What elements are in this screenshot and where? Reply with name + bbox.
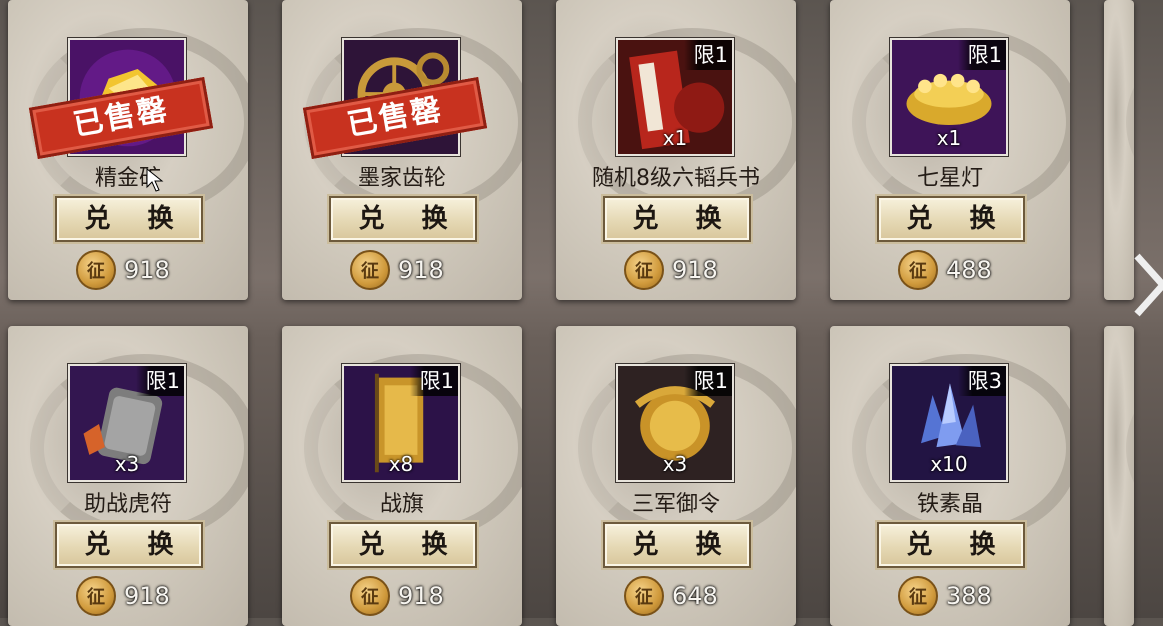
coin-icon: 征 bbox=[76, 250, 116, 290]
limit-badge: 限1 bbox=[684, 366, 732, 396]
item-name: 铁素晶 bbox=[916, 492, 983, 517]
price-row: 征 918 bbox=[624, 250, 718, 290]
item-icon-frame[interactable]: 限1 x3 bbox=[616, 364, 734, 482]
price-value: 918 bbox=[124, 256, 170, 284]
price-value: 488 bbox=[946, 256, 992, 284]
coin-icon: 征 bbox=[76, 576, 116, 616]
exchange-button[interactable]: 兑 换 bbox=[329, 522, 477, 568]
exchange-button[interactable]: 兑 换 bbox=[877, 522, 1025, 568]
shop-card-partial bbox=[1104, 326, 1134, 626]
exchange-button[interactable]: 兑 换 bbox=[55, 196, 203, 242]
shop-card: 限3 x10 铁素晶 兑 换 征 388 bbox=[830, 326, 1070, 626]
shop-card: 已售罄 墨家齿轮 兑 换 征 918 bbox=[282, 0, 522, 300]
item-name: 随机8级六韬兵书 bbox=[592, 166, 760, 191]
price-value: 918 bbox=[124, 582, 170, 610]
item-icon-frame[interactable]: 限1 x3 bbox=[68, 364, 186, 482]
next-page-arrow-icon[interactable] bbox=[1129, 250, 1163, 320]
price-value: 918 bbox=[398, 582, 444, 610]
item-icon-frame[interactable]: 限1 x1 bbox=[616, 38, 734, 156]
item-name: 墨家齿轮 bbox=[357, 166, 446, 191]
shop-card: 限1 x8 战旗 兑 换 征 918 bbox=[282, 326, 522, 626]
price-row: 征 488 bbox=[898, 250, 992, 290]
coin-icon: 征 bbox=[350, 576, 390, 616]
price-row: 征 648 bbox=[624, 576, 718, 616]
exchange-button[interactable]: 兑 换 bbox=[329, 196, 477, 242]
price-row: 征 918 bbox=[76, 250, 170, 290]
limit-badge: 限1 bbox=[958, 40, 1006, 70]
coin-icon: 征 bbox=[350, 250, 390, 290]
coin-icon: 征 bbox=[624, 250, 664, 290]
item-quantity: x1 bbox=[936, 126, 962, 150]
item-name: 七星灯 bbox=[916, 166, 983, 191]
shop-card: 限1 x3 三军御令 兑 换 征 648 bbox=[556, 326, 796, 626]
price-value: 648 bbox=[672, 582, 718, 610]
item-quantity: x3 bbox=[662, 452, 688, 476]
price-row: 征 918 bbox=[350, 250, 444, 290]
shop-card: 限1 x1 七星灯 兑 换 征 488 bbox=[830, 0, 1070, 300]
limit-badge: 限1 bbox=[410, 366, 458, 396]
exchange-button[interactable]: 兑 换 bbox=[603, 196, 751, 242]
item-icon-frame[interactable]: 限1 x1 bbox=[890, 38, 1008, 156]
exchange-button[interactable]: 兑 换 bbox=[55, 522, 203, 568]
price-row: 征 918 bbox=[350, 576, 444, 616]
price-row: 征 918 bbox=[76, 576, 170, 616]
item-name: 精金矿 bbox=[94, 166, 161, 191]
item-name: 三军御令 bbox=[631, 492, 720, 517]
item-icon-frame[interactable]: 限3 x10 bbox=[890, 364, 1008, 482]
limit-badge: 限1 bbox=[684, 40, 732, 70]
item-name: 战旗 bbox=[379, 492, 424, 517]
item-quantity: x3 bbox=[114, 452, 140, 476]
exchange-button[interactable]: 兑 换 bbox=[877, 196, 1025, 242]
item-quantity: x8 bbox=[388, 452, 414, 476]
shop-grid: 已售罄 精金矿 兑 换 征 918 已售罄 墨家齿轮 兑 换 征 918 限1 … bbox=[0, 0, 1163, 626]
item-quantity: x10 bbox=[930, 452, 968, 476]
item-icon-frame[interactable]: 限1 x8 bbox=[342, 364, 460, 482]
item-name: 助战虎符 bbox=[83, 492, 172, 517]
mouse-cursor-icon bbox=[146, 168, 164, 192]
item-quantity: x1 bbox=[662, 126, 688, 150]
price-value: 388 bbox=[946, 582, 992, 610]
coin-icon: 征 bbox=[898, 250, 938, 290]
limit-badge: 限1 bbox=[136, 366, 184, 396]
coin-icon: 征 bbox=[624, 576, 664, 616]
price-value: 918 bbox=[398, 256, 444, 284]
limit-badge: 限3 bbox=[958, 366, 1006, 396]
coin-icon: 征 bbox=[898, 576, 938, 616]
shop-card: 已售罄 精金矿 兑 换 征 918 bbox=[8, 0, 248, 300]
shop-card: 限1 x3 助战虎符 兑 换 征 918 bbox=[8, 326, 248, 626]
shop-card: 限1 x1 随机8级六韬兵书 兑 换 征 918 bbox=[556, 0, 796, 300]
price-row: 征 388 bbox=[898, 576, 992, 616]
exchange-button[interactable]: 兑 换 bbox=[603, 522, 751, 568]
price-value: 918 bbox=[672, 256, 718, 284]
